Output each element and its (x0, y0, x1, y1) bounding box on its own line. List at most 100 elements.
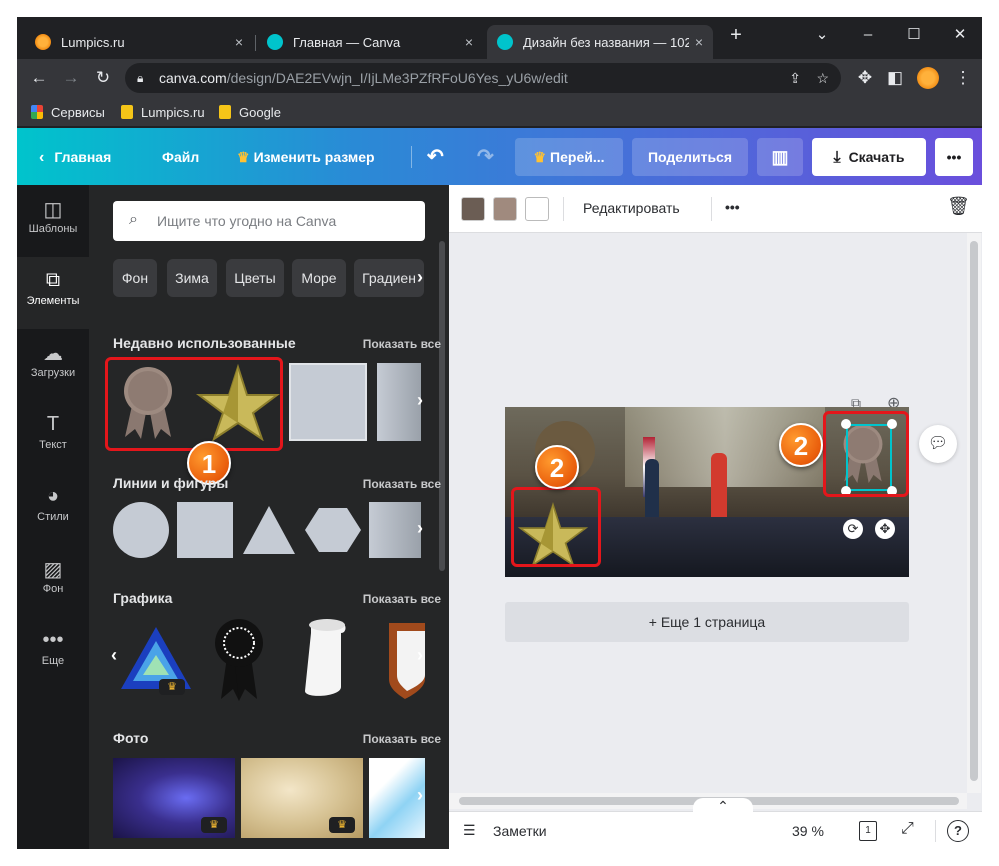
search-input[interactable]: Ищите что угодно на Canva (113, 201, 425, 241)
rail-label: Стили (37, 511, 69, 523)
shapes-next-icon[interactable]: › (417, 518, 423, 539)
color-swatch[interactable] (461, 197, 485, 221)
extensions-puzzle-icon[interactable]: ✥ (853, 66, 877, 90)
download-button[interactable]: ⤓ Скачать (812, 138, 926, 176)
rail-text[interactable]: T Текст (17, 401, 89, 473)
shape-thumbnail[interactable] (377, 363, 421, 441)
show-all-link[interactable]: Показать все (363, 592, 441, 606)
move-icon[interactable]: ✥ (875, 519, 895, 539)
lock-icon: 🔒︎ (137, 71, 144, 85)
close-window-button[interactable]: ✕ (945, 23, 975, 47)
new-tab-button[interactable]: + (721, 23, 751, 47)
tab-canva-home[interactable]: Главная — Canva × (257, 25, 483, 59)
chip-gradient[interactable]: Градиен (354, 259, 424, 297)
tab-lumpics[interactable]: Lumpics.ru × (25, 25, 253, 59)
canva-favicon-icon (497, 34, 513, 50)
tab-search-chevron-icon[interactable]: ⌄ (807, 23, 837, 47)
notes-icon[interactable]: ☰ (463, 822, 476, 839)
rail-templates[interactable]: ◫ Шаблоны (17, 185, 89, 257)
chip-flowers[interactable]: Цветы (226, 259, 284, 297)
rail-elements[interactable]: ⧉ Элементы (17, 257, 89, 329)
trash-icon[interactable]: 🗑︎ (947, 196, 970, 217)
home-back-button[interactable]: ‹ Главная (39, 138, 111, 176)
fullscreen-icon[interactable]: ⤢ (901, 820, 914, 838)
show-all-link[interactable]: Показать все (363, 337, 441, 351)
square-thumbnail[interactable] (289, 363, 367, 441)
tab-canva-design[interactable]: Дизайн без названия — 1024 × (487, 25, 713, 59)
chips-next-icon[interactable]: › (417, 267, 423, 288)
resize-button[interactable]: ♛ Изменить размер (237, 138, 375, 176)
reload-icon[interactable]: ↻ (91, 66, 115, 90)
triangle-shape[interactable] (241, 502, 297, 558)
share-page-icon[interactable]: ⇪ (789, 63, 801, 93)
maximize-button[interactable]: ☐ (899, 23, 929, 47)
chevron-up-icon[interactable]: ⌃ (693, 798, 753, 820)
show-all-link[interactable]: Показать все (363, 732, 441, 746)
add-page-button[interactable]: + Еще 1 страница (505, 602, 909, 642)
minimize-button[interactable]: – (853, 23, 883, 47)
hexagon-shape[interactable] (305, 502, 361, 558)
shape-thumbnail[interactable] (369, 502, 421, 558)
bookmark-label: Сервисы (51, 104, 105, 120)
rail-more[interactable]: ••• Еще (17, 617, 89, 689)
square-shape[interactable] (177, 502, 233, 558)
rail-styles[interactable]: ◕ Стили (17, 473, 89, 545)
chip-background[interactable]: Фон (113, 259, 157, 297)
chip-winter[interactable]: Зима (167, 259, 217, 297)
black-rosette-graphic[interactable] (213, 617, 265, 701)
tab-title: Lumpics.ru (61, 34, 125, 50)
side-panel-icon[interactable]: ◧ (883, 66, 907, 90)
upgrade-button[interactable]: ♛ Перей... (515, 138, 623, 176)
forward-arrow-icon[interactable]: → (59, 66, 83, 90)
rail-uploads[interactable]: ☁ Загрузки (17, 329, 89, 401)
color-swatch[interactable] (525, 197, 549, 221)
share-button[interactable]: Поделиться (632, 138, 748, 176)
upload-icon: ☁ (43, 343, 63, 365)
vertical-scrollbar[interactable] (967, 233, 981, 793)
graphics-next-icon[interactable]: › (417, 645, 423, 666)
scroll-thumb[interactable] (970, 241, 978, 781)
rail-label: Загрузки (30, 367, 76, 379)
browser-menu-icon[interactable]: ⋮ (951, 66, 975, 90)
zoom-level[interactable]: 39 % (792, 823, 824, 839)
back-arrow-icon[interactable]: ← (27, 66, 51, 90)
tab-title: Главная — Canva (293, 34, 401, 50)
photos-next-icon[interactable]: › (417, 785, 423, 806)
recent-next-icon[interactable]: › (417, 390, 423, 411)
color-swatch[interactable] (493, 197, 517, 221)
tab-close-icon[interactable]: × (695, 34, 703, 50)
resize-label: Изменить размер (253, 149, 375, 165)
bookmark-lumpics[interactable]: Lumpics.ru (121, 102, 205, 122)
redo-icon[interactable]: ↷ (477, 138, 494, 176)
bookmark-star-icon[interactable]: ☆ (816, 63, 829, 93)
search-icon: ⌕ (129, 211, 138, 228)
notes-button[interactable]: Заметки (493, 823, 547, 839)
profile-avatar[interactable] (917, 67, 939, 89)
crown-icon: ♛ (237, 149, 250, 165)
section-title-graphics: Графика (113, 590, 173, 606)
more-options-icon[interactable]: ••• (725, 199, 740, 215)
graphics-prev-icon[interactable]: ‹ (111, 645, 117, 666)
chip-sea[interactable]: Море (292, 259, 346, 297)
file-menu-button[interactable]: Файл (162, 138, 199, 176)
undo-icon[interactable]: ↶ (427, 138, 444, 176)
help-icon[interactable]: ? (947, 820, 969, 842)
add-comment-icon[interactable]: 💬︎ (919, 425, 957, 463)
scroll-graphic[interactable] (297, 617, 353, 701)
tab-close-icon[interactable]: × (465, 34, 473, 50)
insights-chart-icon[interactable]: ▥ (757, 138, 803, 176)
show-all-link[interactable]: Показать все (363, 477, 441, 491)
tab-close-icon[interactable]: × (235, 34, 243, 50)
rotate-icon[interactable]: ⟳ (843, 519, 863, 539)
address-bar[interactable]: 🔒︎ canva.com/design/DAE2EVwjn_I/IjLMe3PZ… (125, 63, 841, 93)
address-host: canva.com (159, 70, 227, 86)
circle-shape[interactable] (113, 502, 169, 558)
bookmark-google[interactable]: Google (219, 102, 281, 122)
toolbar-divider (563, 197, 564, 221)
bookmark-services[interactable]: Сервисы (31, 102, 105, 122)
page-count-icon[interactable]: 1 (859, 821, 877, 841)
edit-button[interactable]: Редактировать (583, 200, 680, 216)
figure-red (711, 453, 727, 523)
rail-background[interactable]: ▨ Фон (17, 545, 89, 617)
more-options-button[interactable]: ••• (935, 138, 973, 176)
